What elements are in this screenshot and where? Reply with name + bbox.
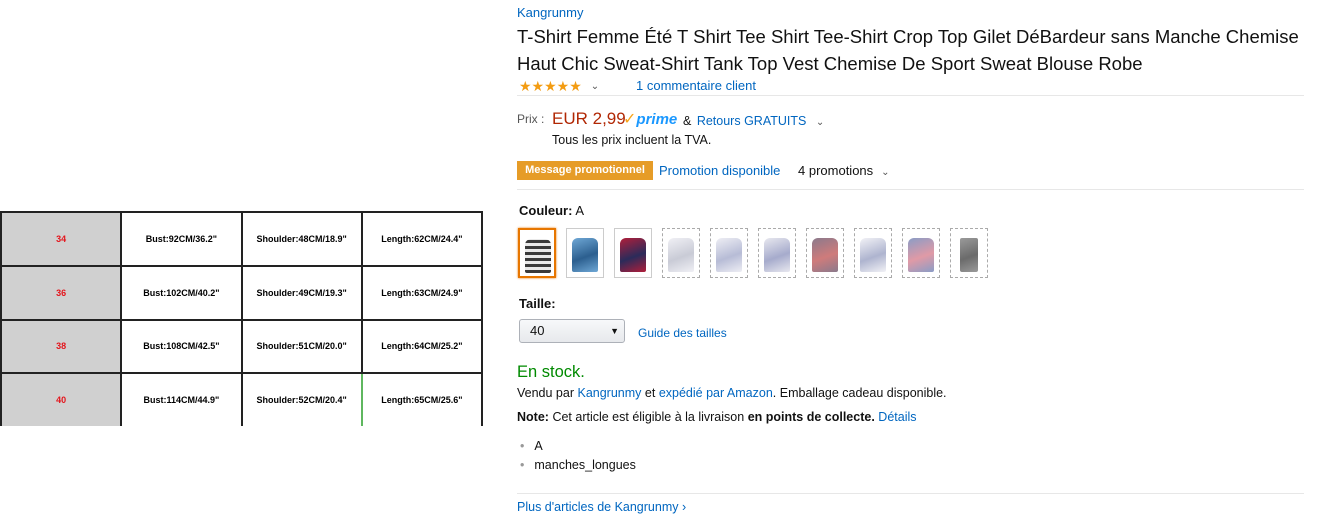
price-value: EUR 2,99 [552, 109, 626, 128]
length-cell: Length:64CM/25.2" [360, 318, 484, 375]
bullet-icon: • [520, 439, 525, 453]
size-cell: 40 [0, 372, 123, 426]
bust-cell: Bust:102CM/40.2" [120, 264, 243, 321]
shirt-thumbnail-icon [572, 238, 598, 272]
shirt-thumbnail-icon [525, 239, 551, 273]
dropdown-arrow-icon: ▼ [610, 326, 619, 336]
size-cell: 36 [0, 264, 123, 321]
promo-badge: Message promotionnel [517, 161, 653, 180]
size-chart-image: 34 Bust:92CM/36.2" Shoulder:48CM/18.9" Leng… [0, 211, 484, 426]
color-swatch[interactable] [518, 228, 556, 278]
prime-logo: ✓prime [623, 109, 677, 129]
size-guide-link[interactable]: Guide des tailles [638, 326, 727, 340]
list-item: • manches_longues [517, 458, 636, 477]
length-cell: Length:63CM/24.9" [360, 264, 484, 321]
feature-bullets: • A • manches_longues [517, 439, 636, 477]
color-value: A [575, 203, 585, 218]
product-title: T-Shirt Femme Été T Shirt Tee Shirt Tee-… [517, 26, 1299, 74]
table-row: 36 Bust:102CM/40.2" Shoulder:49CM/19.3" Len… [0, 264, 484, 321]
sold-by-and: et [644, 386, 656, 400]
chevron-down-icon[interactable]: ⌄ [591, 81, 599, 92]
table-row: 38 Bust:108CM/42.5" Shoulder:51CM/20.0" Len… [0, 318, 484, 375]
promotion-link[interactable]: Promotion disponible [659, 163, 780, 178]
shirt-thumbnail-icon [908, 238, 934, 272]
color-label: Couleur: A [519, 203, 584, 218]
color-swatch[interactable] [710, 228, 748, 278]
details-link[interactable]: Détails [878, 410, 916, 424]
bust-cell: Bust:114CM/44.9" [120, 372, 243, 426]
size-select-value: 40 [530, 323, 545, 338]
amp-text: & [683, 114, 692, 128]
bust-cell: Bust:92CM/36.2" [120, 211, 243, 267]
more-from-brand-link[interactable]: Plus d'articles de Kangrunmy › [517, 500, 686, 514]
color-swatch[interactable] [566, 228, 604, 278]
note-text: Cet article est éligible à la livraison [552, 410, 745, 424]
table-row: 34 Bust:92CM/36.2" Shoulder:48CM/18.9" Leng… [0, 211, 484, 267]
shoulder-cell: Shoulder:48CM/18.9" [240, 211, 363, 267]
size-label: Taille: [519, 296, 556, 311]
bullet-icon: • [520, 458, 525, 472]
shirt-thumbnail-icon [960, 238, 978, 272]
length-cell: Length:62CM/24.4" [360, 211, 484, 267]
color-swatch[interactable] [758, 228, 796, 278]
stock-status: En stock. [517, 363, 585, 381]
color-swatch[interactable] [806, 228, 844, 278]
color-swatch[interactable] [662, 228, 700, 278]
divider [517, 493, 1304, 494]
chevron-down-icon[interactable]: ⌄ [816, 117, 824, 128]
shirt-thumbnail-icon [860, 238, 886, 272]
shirt-thumbnail-icon [668, 238, 694, 272]
divider [517, 189, 1304, 190]
color-swatch[interactable] [614, 228, 652, 278]
fulfilled-by-amazon-link[interactable]: expédié par Amazon [659, 386, 773, 400]
color-swatch[interactable] [902, 228, 940, 278]
chevron-down-icon[interactable]: ⌄ [881, 167, 889, 178]
free-returns: & Retours GRATUITS ⌄ [683, 114, 824, 128]
size-cell: 38 [0, 318, 123, 375]
bullet-text: A [534, 439, 543, 453]
seller-link[interactable]: Kangrunmy [577, 386, 641, 400]
shoulder-cell: Shoulder:51CM/20.0" [240, 318, 363, 375]
color-label-text: Couleur: [519, 203, 573, 218]
pickup-note: Note: Cet article est éligible à la livr… [517, 410, 917, 424]
promotion-count[interactable]: 4 promotions ⌄ [798, 163, 890, 178]
prime-check-icon: ✓ [623, 111, 637, 128]
shirt-thumbnail-icon [812, 238, 838, 272]
gift-wrap-note: . Emballage cadeau disponible. [772, 386, 947, 400]
shoulder-cell: Shoulder:52CM/20.4" [240, 372, 363, 426]
vat-note: Tous les prix incluent la TVA. [552, 133, 712, 147]
shirt-thumbnail-icon [620, 238, 646, 272]
free-returns-link[interactable]: Retours GRATUITS [697, 114, 807, 128]
price-label: Prix : [517, 112, 545, 126]
shirt-thumbnail-icon [764, 238, 790, 272]
note-bold: en points de collecte. [747, 410, 875, 424]
list-item: • A [517, 439, 636, 458]
color-swatches [518, 228, 988, 278]
sold-by: Vendu par Kangrunmy et expédié par Amazo… [517, 386, 947, 400]
prime-text: prime [636, 111, 678, 128]
bullet-text: manches_longues [534, 458, 636, 472]
reviews-link[interactable]: 1 commentaire client [636, 78, 756, 93]
color-swatch[interactable] [950, 228, 988, 278]
size-select[interactable]: 40 ▼ [519, 319, 625, 343]
divider [517, 95, 1304, 96]
note-label: Note: [517, 410, 549, 424]
stars-icon: ★★★★★ [519, 77, 582, 94]
size-cell: 34 [0, 211, 123, 267]
bust-cell: Bust:108CM/42.5" [120, 318, 243, 375]
color-swatch[interactable] [854, 228, 892, 278]
length-cell: Length:65CM/25.6" [360, 372, 484, 426]
sold-by-prefix: Vendu par [517, 386, 574, 400]
shirt-thumbnail-icon [716, 238, 742, 272]
star-rating[interactable]: ★★★★★ ⌄ [519, 78, 599, 94]
shoulder-cell: Shoulder:49CM/19.3" [240, 264, 363, 321]
brand-link[interactable]: Kangrunmy [517, 5, 583, 20]
table-row: 40 Bust:114CM/44.9" Shoulder:52CM/20.4" Len… [0, 372, 484, 426]
promotion-count-text: 4 promotions [798, 163, 874, 178]
